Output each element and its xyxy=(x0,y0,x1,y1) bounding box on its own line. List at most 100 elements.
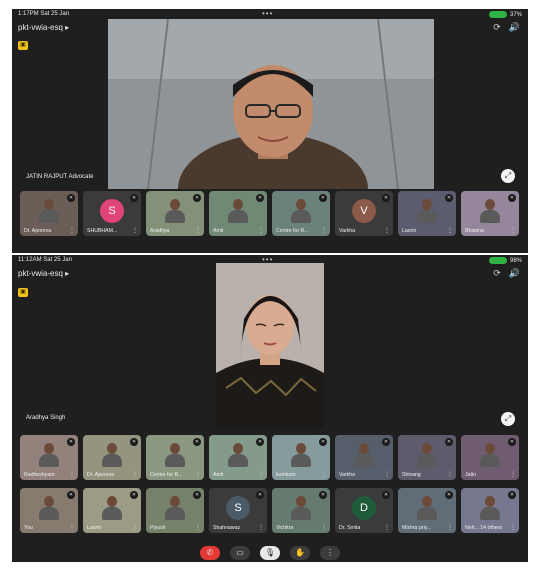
participant-tile[interactable]: ✕ Amit ⋮ xyxy=(209,191,267,236)
participant-tile[interactable]: ✕ kumkum ⋮ xyxy=(272,435,330,480)
participant-tile[interactable]: ✕ Neh... 14 others ⋮ xyxy=(461,488,519,533)
switch-camera-icon[interactable]: ⟳ xyxy=(493,22,501,33)
more-options-icon[interactable]: ⋮ xyxy=(69,227,75,234)
participant-tile[interactable]: ✕ Shivang ⋮ xyxy=(398,435,456,480)
participant-tile[interactable]: S ✕ Shahnawaz ⋮ xyxy=(209,488,267,533)
more-options-icon[interactable]: ⋮ xyxy=(69,471,75,478)
participant-tile[interactable]: ✕ Laxmi ⋮ xyxy=(398,191,456,236)
more-options-icon[interactable]: ⋮ xyxy=(195,524,201,531)
person-head-shape xyxy=(107,496,117,508)
participant-name: Dr. Apoorva xyxy=(24,228,52,234)
meeting-title[interactable]: pkt-vwia-esq ▸ xyxy=(18,269,69,278)
participant-video-thumbnail xyxy=(417,496,437,521)
more-options-icon[interactable]: ⋮ xyxy=(384,471,390,478)
participant-tile[interactable]: S ✕ SHUBHAM... ⋮ xyxy=(83,191,141,236)
more-options-icon[interactable]: ⋮ xyxy=(447,227,453,234)
mic-muted-icon: ✕ xyxy=(130,491,138,499)
participant-avatar: D xyxy=(352,495,376,520)
multitask-dots-icon[interactable]: ••• xyxy=(262,9,273,18)
speaker-icon[interactable]: 🔊 xyxy=(509,268,520,279)
more-options-icon[interactable]: ⋮ xyxy=(510,227,516,234)
more-options-icon[interactable]: ⋮ xyxy=(258,524,264,531)
participant-tile[interactable]: ✕ Centre for R... ⋮ xyxy=(146,435,204,480)
participant-video-thumbnail xyxy=(417,199,437,224)
more-options-icon[interactable]: ⋮ xyxy=(195,471,201,478)
participant-tile[interactable]: ✕ Vichitra ⋮ xyxy=(272,488,330,533)
participant-name: Varkha xyxy=(339,472,356,478)
participant-tile[interactable]: ✕ Laxmi ⋮ xyxy=(83,488,141,533)
person-head-shape xyxy=(359,443,369,455)
participant-tile[interactable]: ✕ Dr. Apoorva ⋮ xyxy=(83,435,141,480)
more-options-icon[interactable]: ⋮ xyxy=(321,227,327,234)
mic-muted-icon: ✕ xyxy=(67,194,75,202)
mic-muted-icon: ✕ xyxy=(445,438,453,446)
fullscreen-icon[interactable]: ⤢ xyxy=(501,412,515,426)
main-speaker-video[interactable] xyxy=(108,19,434,189)
speaker-icon[interactable]: 🔊 xyxy=(509,22,520,33)
fullscreen-icon[interactable]: ⤢ xyxy=(501,169,515,183)
participant-tile[interactable]: ✕ Amit ⋮ xyxy=(209,435,267,480)
more-options-icon[interactable]: ⋮ xyxy=(69,524,75,531)
more-options-icon[interactable]: ⋮ xyxy=(258,471,264,478)
person-head-shape xyxy=(422,199,432,211)
participant-tile[interactable]: ✕ Radheshyam ⋮ xyxy=(20,435,78,480)
top-actions: ⟳ 🔊 xyxy=(493,268,520,279)
more-options-icon[interactable]: ⋮ xyxy=(510,471,516,478)
more-options-icon[interactable]: ⋮ xyxy=(132,227,138,234)
participant-name: Shivang xyxy=(402,472,421,478)
switch-camera-icon[interactable]: ⟳ xyxy=(493,268,501,279)
mic-button[interactable]: 🎙 xyxy=(260,546,280,560)
mic-muted-icon: ✕ xyxy=(193,438,201,446)
more-options-icon[interactable]: ⋮ xyxy=(132,524,138,531)
captions-icon[interactable]: ▣ xyxy=(18,288,28,297)
participant-name: Neh... 14 others xyxy=(465,525,502,531)
participant-tile[interactable]: ✕ Varkha ⋮ xyxy=(335,435,393,480)
participant-tile[interactable]: ✕ Jatin ⋮ xyxy=(461,435,519,480)
participant-video-thumbnail xyxy=(228,199,248,224)
person-head-shape xyxy=(107,443,117,455)
participant-video-thumbnail xyxy=(354,443,374,468)
person-head-shape xyxy=(485,443,495,455)
more-options-icon[interactable]: ⋮ xyxy=(321,471,327,478)
more-options-button[interactable]: ⋮ xyxy=(320,546,340,560)
meeting-title[interactable]: pkt-vwia-esq ▸ xyxy=(18,23,69,32)
battery-indicator: 98% xyxy=(488,257,522,264)
participant-tile[interactable]: ✕ Centre for R... ⋮ xyxy=(272,191,330,236)
end-call-button[interactable]: ✆ xyxy=(200,546,220,560)
participant-video-thumbnail xyxy=(291,443,311,468)
participant-video-thumbnail xyxy=(417,443,437,468)
person-head-shape xyxy=(44,496,54,508)
participant-tile[interactable]: ✕ You ⋮ xyxy=(20,488,78,533)
captions-icon[interactable]: ▣ xyxy=(18,41,28,50)
main-speaker-video[interactable] xyxy=(216,263,324,428)
participant-tile[interactable]: ✕ Mishra priy... ⋮ xyxy=(398,488,456,533)
more-options-icon[interactable]: ⋮ xyxy=(447,471,453,478)
person-body-shape xyxy=(165,454,185,468)
person-body-shape xyxy=(480,210,500,224)
participant-tile[interactable]: ✕ Aradhya ⋮ xyxy=(146,191,204,236)
more-options-icon[interactable]: ⋮ xyxy=(510,524,516,531)
person-head-shape xyxy=(296,496,306,508)
more-options-icon[interactable]: ⋮ xyxy=(384,524,390,531)
more-options-icon[interactable]: ⋮ xyxy=(447,524,453,531)
more-options-icon[interactable]: ⋮ xyxy=(132,471,138,478)
participant-tile[interactable]: ✕ Bhawna ⋮ xyxy=(461,191,519,236)
participant-name: Bhawna xyxy=(465,228,484,234)
mic-muted-icon: ✕ xyxy=(445,194,453,202)
more-options-icon[interactable]: ⋮ xyxy=(384,227,390,234)
person-head-shape xyxy=(233,199,243,211)
raise-hand-button[interactable]: ✋ xyxy=(290,546,310,560)
participant-video-thumbnail xyxy=(39,496,59,521)
more-options-icon[interactable]: ⋮ xyxy=(321,524,327,531)
mic-muted-icon: ✕ xyxy=(382,194,390,202)
person-head-shape xyxy=(170,443,180,455)
participant-tile[interactable]: V ✕ Varkha ⋮ xyxy=(335,191,393,236)
participant-tile[interactable]: D ✕ Dr. Smita ⋮ xyxy=(335,488,393,533)
camera-button[interactable]: ▭ xyxy=(230,546,250,560)
battery-icon xyxy=(488,11,507,18)
more-options-icon[interactable]: ⋮ xyxy=(195,227,201,234)
more-options-icon[interactable]: ⋮ xyxy=(258,227,264,234)
participant-name: Centre for R... xyxy=(150,472,183,478)
participant-tile[interactable]: ✕ Piyush ⋮ xyxy=(146,488,204,533)
participant-tile[interactable]: ✕ Dr. Apoorva ⋮ xyxy=(20,191,78,236)
